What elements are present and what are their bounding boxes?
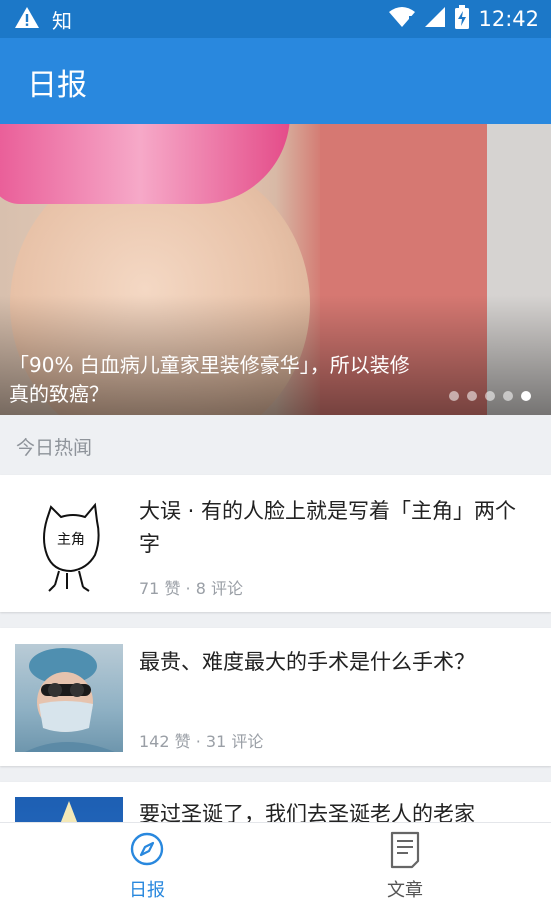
carousel-dot-active[interactable] — [521, 391, 531, 401]
status-bar-right: 12:42 — [388, 5, 539, 33]
app-bar: 日报 — [0, 38, 551, 124]
warning-icon — [14, 6, 40, 34]
story-meta: 71 赞 · 8 评论 — [139, 579, 243, 598]
section-label: 今日热闻 — [16, 437, 93, 459]
status-bar-left: 知 — [14, 5, 72, 34]
page-title: 日报 — [27, 68, 87, 103]
cat-doodle-icon: 主角 — [43, 502, 100, 592]
document-icon — [388, 831, 422, 873]
story-title: 最贵、难度最大的手术是什么手术？ — [139, 650, 475, 674]
app-label: 知 — [52, 9, 72, 33]
compass-icon — [129, 831, 165, 871]
clock: 12:42 — [478, 7, 539, 31]
tab-label: 日报 — [129, 880, 165, 901]
surgeon-photo — [25, 648, 115, 752]
banner-caption: 「90% 白血病儿童家里装修豪华」，所以装修真的致癌？ — [9, 353, 410, 406]
bottom-tab-bar: 日报 文章 — [0, 822, 551, 907]
carousel-dot[interactable] — [485, 391, 495, 401]
carousel-indicator — [449, 391, 531, 401]
story-meta: 142 赞 · 31 评论 — [139, 732, 264, 751]
tab-daily[interactable]: 日报 — [57, 823, 237, 907]
list-item[interactable]: 主角 大误 · 有的人脸上就是写着「主角」两个字 71 赞 · 8 评论 — [0, 475, 551, 612]
tab-label: 文章 — [387, 880, 423, 901]
top-story-banner[interactable]: 「90% 白血病儿童家里装修豪华」，所以装修真的致癌？ — [0, 124, 551, 415]
carousel-dot[interactable] — [467, 391, 477, 401]
story-title: 大误 · 有的人脸上就是写着「主角」两个字 — [139, 499, 517, 556]
battery-charging-icon — [454, 5, 470, 33]
signal-icon — [424, 6, 446, 32]
section-header: 今日热闻 — [0, 415, 551, 474]
tab-articles[interactable]: 文章 — [315, 823, 495, 907]
list-item[interactable]: 最贵、难度最大的手术是什么手术？ 142 赞 · 31 评论 — [0, 628, 551, 766]
wifi-icon — [388, 6, 416, 32]
thumb-text: 主角 — [57, 532, 85, 548]
carousel-dot[interactable] — [449, 391, 459, 401]
carousel-dot[interactable] — [503, 391, 513, 401]
story-thumbnail: 主角 — [15, 489, 123, 597]
status-bar: 知 12:42 — [0, 0, 551, 38]
story-thumbnail — [15, 644, 123, 752]
